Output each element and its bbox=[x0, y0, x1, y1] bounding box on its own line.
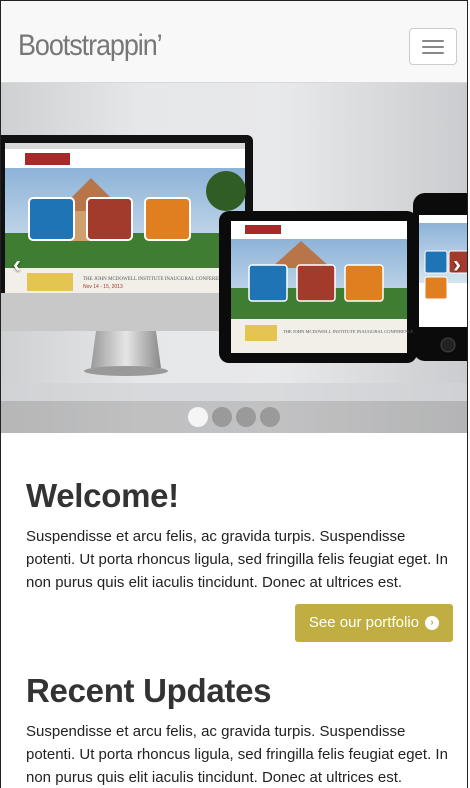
carousel: THE JOHN MCDOWELL INSTITUTE INAUGURAL CO… bbox=[1, 83, 467, 433]
svg-text:Nov 14 - 15, 2013: Nov 14 - 15, 2013 bbox=[83, 284, 123, 290]
see-portfolio-label: See our portfolio bbox=[308, 614, 419, 631]
recent-updates-heading: Recent Updates bbox=[26, 672, 272, 709]
svg-text:THE JOHN MCDOWELL INSTITUTE IN: THE JOHN MCDOWELL INSTITUTE INAUGURAL CO… bbox=[83, 277, 228, 282]
page-frame: Bootstrappin’ THE JOHN MCDOWELL INSTITUT… bbox=[0, 0, 468, 788]
hamburger-icon bbox=[422, 51, 444, 54]
chevron-circle-right-icon: › bbox=[425, 616, 439, 630]
carousel-next-icon[interactable]: › bbox=[453, 251, 461, 279]
brand-logo[interactable]: Bootstrappin’ bbox=[18, 29, 163, 63]
see-portfolio-button[interactable]: See our portfolio › bbox=[294, 604, 453, 642]
carousel-indicators bbox=[1, 401, 467, 433]
carousel-prev-icon[interactable]: ‹ bbox=[13, 251, 21, 279]
menu-toggle-button[interactable] bbox=[409, 28, 457, 65]
main-content: Welcome! Suspendisse et arcu felis, ac g… bbox=[1, 477, 467, 788]
navbar: Bootstrappin’ bbox=[1, 1, 467, 83]
carousel-indicator-3[interactable] bbox=[236, 407, 256, 427]
carousel-indicator-4[interactable] bbox=[260, 407, 280, 427]
welcome-body: Suspendisse et arcu felis, ac gravida tu… bbox=[26, 528, 448, 591]
carousel-indicator-2[interactable] bbox=[212, 407, 232, 427]
carousel-indicator-1[interactable] bbox=[188, 407, 208, 427]
hamburger-icon bbox=[422, 39, 444, 42]
hamburger-icon bbox=[422, 45, 444, 48]
svg-text:THE JOHN MCDOWELL INSTITUTE IN: THE JOHN MCDOWELL INSTITUTE INAUGURAL CO… bbox=[283, 329, 414, 334]
recent-updates-body: Suspendisse et arcu felis, ac gravida tu… bbox=[26, 723, 448, 786]
button-row: See our portfolio › bbox=[26, 604, 453, 642]
carousel-slide-image: THE JOHN MCDOWELL INSTITUTE INAUGURAL CO… bbox=[1, 135, 467, 401]
welcome-heading: Welcome! bbox=[26, 477, 179, 514]
